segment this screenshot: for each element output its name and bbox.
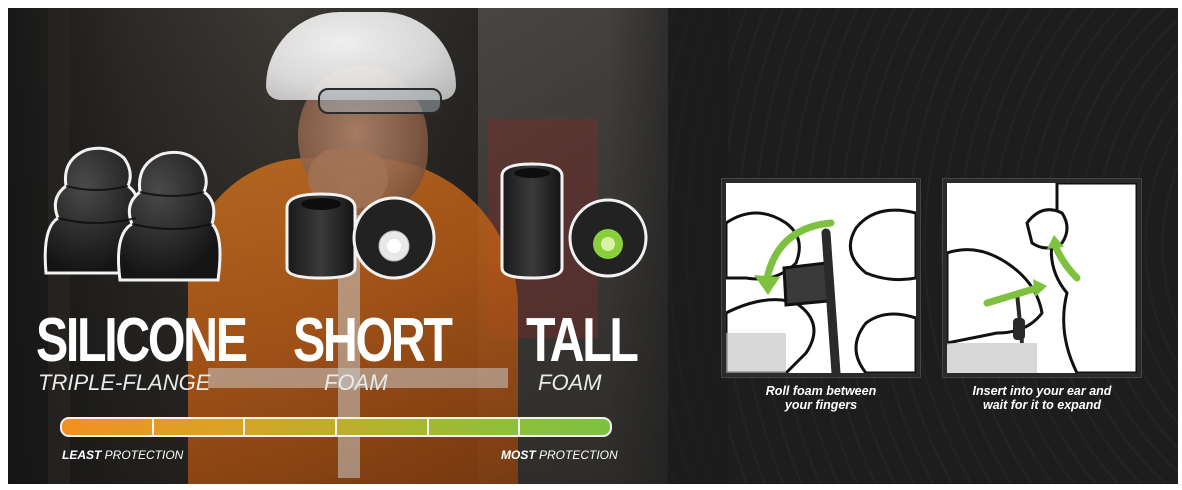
- step-insert-ear-illustration: [943, 179, 1141, 377]
- step-roll-foam-caption: Roll foam between your fingers: [765, 384, 877, 412]
- step-roll-foam-illustration: [722, 179, 920, 378]
- tip-name-short: SHORT: [293, 306, 453, 375]
- silicone-triple-flange-eartip-icon: [43, 146, 222, 282]
- product-banner: SILICONE TRIPLE-FLANGE SHORT FOAM TALL F…: [8, 8, 1178, 484]
- tip-name-tall: TALL: [526, 306, 639, 375]
- protection-gradient-bar: [60, 417, 612, 437]
- helmet: [266, 12, 456, 100]
- most-protection-label: MOST PROTECTION: [501, 448, 618, 462]
- tip-sub-short: FOAM: [324, 370, 388, 395]
- tall-foam-eartip-icon: [500, 162, 648, 280]
- least-protection-label: LEAST PROTECTION: [62, 448, 184, 462]
- tip-sub-silicone: TRIPLE-FLANGE: [38, 370, 211, 395]
- tip-sub-tall: FOAM: [538, 370, 602, 395]
- safety-glasses: [318, 88, 442, 114]
- step-insert-ear-caption: Insert into your ear and wait for it to e…: [972, 384, 1112, 412]
- tip-name-silicone: SILICONE: [36, 306, 248, 375]
- short-foam-eartip-icon: [285, 192, 436, 280]
